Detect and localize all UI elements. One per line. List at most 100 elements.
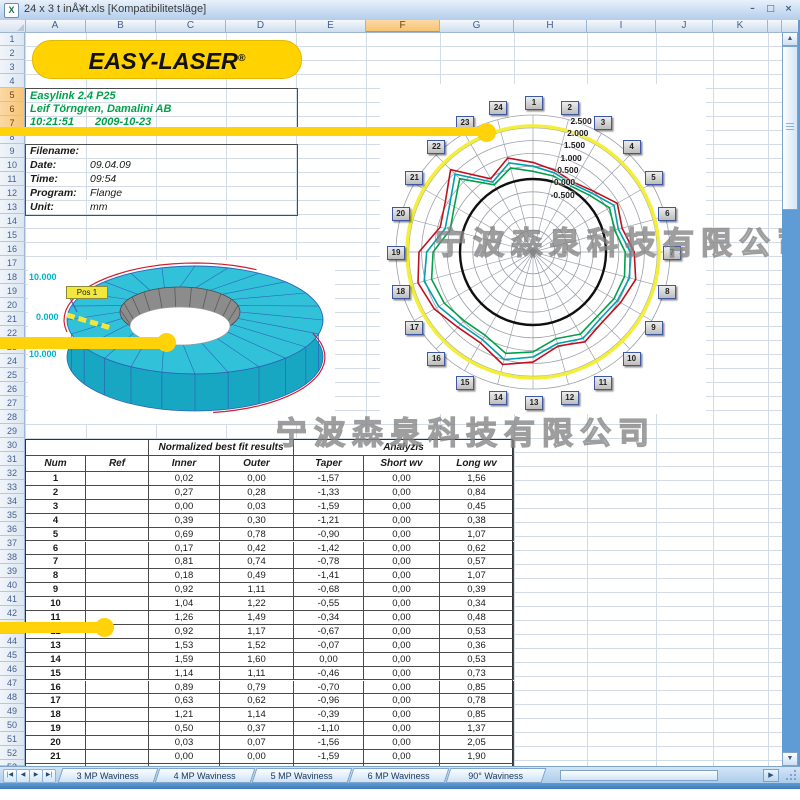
table-cell[interactable]: 0,00 — [294, 653, 364, 667]
table-cell[interactable]: 0,00 — [364, 583, 440, 597]
row-header-49[interactable]: 49 — [0, 704, 25, 718]
table-cell[interactable]: -1,21 — [294, 514, 364, 528]
table-cell[interactable]: 0,00 — [364, 555, 440, 569]
table-cell[interactable]: 1,11 — [220, 667, 294, 681]
row-header-26[interactable]: 26 — [0, 382, 25, 396]
row-header-17[interactable]: 17 — [0, 256, 25, 270]
table-cell[interactable]: 9 — [26, 583, 86, 597]
row-header-42[interactable]: 42 — [0, 606, 25, 620]
sheet-tab-6-mp-waviness[interactable]: 6 MP Waviness — [349, 768, 450, 783]
table-cell[interactable]: 1,49 — [220, 611, 294, 625]
table-cell[interactable]: 0,84 — [440, 486, 514, 500]
table-cell[interactable]: 0,00 — [364, 486, 440, 500]
table-cell[interactable]: 1,53 — [149, 639, 220, 653]
table-cell[interactable]: 14 — [26, 653, 86, 667]
table-cell[interactable]: 0,89 — [149, 681, 220, 695]
row-header-1[interactable]: 1 — [0, 32, 25, 46]
table-cell[interactable] — [86, 528, 149, 542]
row-header-37[interactable]: 37 — [0, 536, 25, 550]
table-cell[interactable]: 0,00 — [364, 681, 440, 695]
select-all-corner[interactable] — [0, 20, 26, 33]
table-cell[interactable]: 1,17 — [220, 625, 294, 639]
table-header-num[interactable]: Num — [26, 456, 86, 472]
table-cell[interactable]: -0,96 — [294, 694, 364, 708]
column-header-A[interactable]: A — [25, 20, 86, 32]
table-cell[interactable]: 0,63 — [149, 694, 220, 708]
row-header-46[interactable]: 46 — [0, 662, 25, 676]
table-cell[interactable]: 0,81 — [149, 555, 220, 569]
table-group-normalized[interactable]: Normalized best fit results — [149, 440, 294, 456]
close-button[interactable]: × — [781, 2, 796, 16]
table-cell[interactable] — [86, 597, 149, 611]
table-cell[interactable]: 0,27 — [149, 486, 220, 500]
table-cell[interactable]: 0,57 — [440, 555, 514, 569]
table-cell[interactable]: 17 — [26, 694, 86, 708]
table-cell[interactable] — [86, 569, 149, 583]
column-header-K[interactable]: K — [713, 20, 768, 32]
table-cell[interactable]: -1,42 — [294, 542, 364, 556]
row-header-27[interactable]: 27 — [0, 396, 25, 410]
table-cell[interactable]: 10 — [26, 597, 86, 611]
table-cell[interactable]: 0,28 — [220, 486, 294, 500]
table-cell[interactable]: 0,74 — [220, 555, 294, 569]
row-header-29[interactable]: 29 — [0, 424, 25, 438]
table-cell[interactable] — [86, 514, 149, 528]
row-header-5[interactable]: 5 — [0, 88, 25, 102]
table-cell[interactable]: 0,39 — [149, 514, 220, 528]
table-cell[interactable]: -1,57 — [294, 472, 364, 486]
yellow-callout-line-1[interactable] — [0, 127, 483, 136]
table-cell[interactable]: 1,21 — [149, 708, 220, 722]
table-cell[interactable]: -0,55 — [294, 597, 364, 611]
yellow-callout-line-2[interactable] — [0, 337, 162, 349]
minimize-button[interactable]: – — [745, 2, 760, 16]
table-cell[interactable]: 0,92 — [149, 583, 220, 597]
hscroll-right-button[interactable]: ▶ — [763, 769, 779, 782]
table-cell[interactable]: 1,37 — [440, 722, 514, 736]
table-cell[interactable]: 7 — [26, 555, 86, 569]
row-header-48[interactable]: 48 — [0, 690, 25, 704]
table-cell[interactable]: 0,85 — [440, 681, 514, 695]
table-header-outer[interactable]: Outer — [220, 456, 294, 472]
table-cell[interactable] — [86, 681, 149, 695]
row-header-51[interactable]: 51 — [0, 732, 25, 746]
tab-nav-button-3[interactable]: ▶| — [42, 769, 56, 783]
table-cell[interactable]: 0,00 — [364, 597, 440, 611]
table-cell[interactable]: 4 — [26, 514, 86, 528]
table-cell[interactable]: -0,34 — [294, 611, 364, 625]
row-header-32[interactable]: 32 — [0, 466, 25, 480]
table-cell[interactable]: 0,50 — [149, 722, 220, 736]
row-header-4[interactable]: 4 — [0, 74, 25, 88]
table-cell[interactable]: 0,85 — [440, 708, 514, 722]
table-cell[interactable]: -0,90 — [294, 528, 364, 542]
row-header-6[interactable]: 6 — [0, 102, 25, 116]
table-cell[interactable]: 0,03 — [220, 500, 294, 514]
row-header-19[interactable]: 19 — [0, 284, 25, 298]
sheet-tab-5-mp-waviness[interactable]: 5 MP Waviness — [252, 768, 353, 783]
table-cell[interactable]: 0,30 — [220, 514, 294, 528]
table-header-inner[interactable]: Inner — [149, 456, 220, 472]
table-cell[interactable]: 1,56 — [440, 472, 514, 486]
tab-nav-button-1[interactable]: ◀ — [16, 769, 30, 783]
row-header-39[interactable]: 39 — [0, 564, 25, 578]
table-cell[interactable]: 5 — [26, 528, 86, 542]
table-cell[interactable]: 0,00 — [364, 514, 440, 528]
table-cell[interactable]: -1,59 — [294, 500, 364, 514]
table-cell[interactable]: 0,79 — [220, 681, 294, 695]
table-cell[interactable]: 0,42 — [220, 542, 294, 556]
row-header-41[interactable]: 41 — [0, 592, 25, 606]
table-cell[interactable]: 1,59 — [149, 653, 220, 667]
table-cell[interactable]: 0,07 — [220, 736, 294, 750]
table-cell[interactable]: 0,69 — [149, 528, 220, 542]
table-cell[interactable]: 1,14 — [220, 708, 294, 722]
column-header-partial[interactable] — [768, 20, 782, 32]
vertical-scrollbar[interactable]: ▲ ▼ — [782, 32, 798, 766]
table-cell[interactable] — [86, 583, 149, 597]
resize-grip[interactable] — [780, 769, 798, 782]
table-cell[interactable]: 0,00 — [364, 625, 440, 639]
column-header-J[interactable]: J — [656, 20, 713, 32]
table-cell[interactable]: 20 — [26, 736, 86, 750]
table-cell[interactable] — [86, 750, 149, 764]
table-cell[interactable]: 1,07 — [440, 528, 514, 542]
tab-nav-button-0[interactable]: |◀ — [3, 769, 17, 783]
table-cell[interactable]: 0,00 — [364, 694, 440, 708]
